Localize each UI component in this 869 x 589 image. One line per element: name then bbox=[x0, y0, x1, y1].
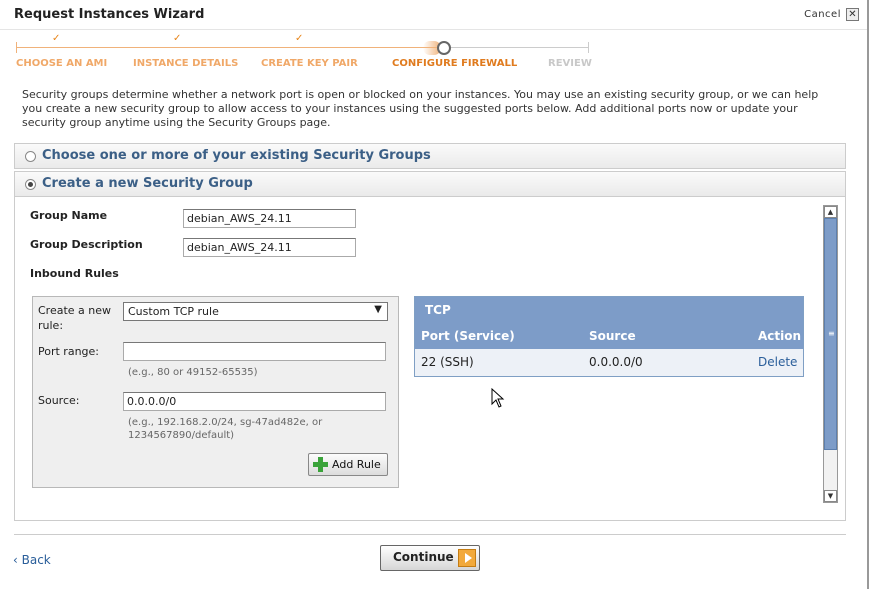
step-review: REVIEW bbox=[548, 58, 592, 69]
continue-label: Continue bbox=[393, 550, 454, 564]
row-port: 22 (SSH) bbox=[421, 355, 474, 369]
scroll-down-icon[interactable]: ▼ bbox=[824, 490, 837, 502]
group-description-label: Group Description bbox=[30, 238, 143, 251]
progress-track-remaining bbox=[444, 47, 588, 48]
port-range-hint: (e.g., 80 or 49152-65535) bbox=[128, 367, 258, 378]
source-input[interactable] bbox=[123, 392, 386, 411]
arrow-right-icon bbox=[458, 549, 476, 567]
step-choose-ami: CHOOSE AN AMI bbox=[16, 58, 108, 69]
current-step-marker bbox=[437, 41, 451, 55]
intro-text: Security groups determine whether a netw… bbox=[22, 88, 819, 129]
scroll-thumb[interactable]: ≡ bbox=[824, 218, 837, 450]
column-action: Action bbox=[758, 329, 802, 343]
check-icon: ✓ bbox=[295, 33, 304, 44]
group-name-input[interactable] bbox=[183, 209, 356, 228]
tcp-rules-table: TCP Port (Service) Source Action 22 (SSH… bbox=[414, 296, 804, 377]
new-group-label[interactable]: Create a new Security Group bbox=[42, 176, 253, 191]
cancel-link[interactable]: Cancel bbox=[804, 9, 841, 20]
group-name-label: Group Name bbox=[30, 209, 108, 222]
title-bar: Request Instances Wizard Cancel ✕ bbox=[0, 0, 869, 30]
continue-button[interactable]: Continue bbox=[380, 545, 480, 571]
port-range-label: Port range: bbox=[38, 345, 99, 358]
step-configure-firewall: CONFIGURE FIREWALL bbox=[392, 58, 518, 69]
add-rule-label: Add Rule bbox=[332, 458, 381, 471]
back-link[interactable]: ‹ Back bbox=[13, 553, 51, 567]
close-icon[interactable]: ✕ bbox=[846, 8, 859, 21]
wizard-title: Request Instances Wizard bbox=[14, 7, 205, 22]
source-label: Source: bbox=[38, 394, 80, 407]
inbound-rules-label: Inbound Rules bbox=[30, 267, 119, 280]
tcp-table-title: TCP bbox=[415, 297, 803, 323]
table-row: 22 (SSH) 0.0.0.0/0 Delete bbox=[415, 349, 803, 376]
delete-rule-link[interactable]: Delete bbox=[758, 355, 797, 369]
plus-icon bbox=[313, 457, 328, 472]
new-group-radio[interactable] bbox=[25, 179, 36, 190]
scroll-up-icon[interactable]: ▲ bbox=[824, 206, 837, 218]
create-rule-label: Create a new rule: bbox=[38, 304, 112, 332]
group-description-input[interactable] bbox=[183, 238, 356, 257]
step-instance-details: INSTANCE DETAILS bbox=[133, 58, 239, 69]
source-hint: (e.g., 192.168.2.0/24, sg-47ad482e, or 1… bbox=[128, 417, 323, 441]
row-source: 0.0.0.0/0 bbox=[589, 355, 643, 369]
existing-groups-radio[interactable] bbox=[25, 151, 36, 162]
existing-groups-label[interactable]: Choose one or more of your existing Secu… bbox=[42, 148, 431, 163]
vertical-scrollbar[interactable]: ▲ ≡ ▼ bbox=[823, 205, 838, 503]
column-port: Port (Service) bbox=[421, 329, 515, 343]
mouse-cursor-icon bbox=[491, 388, 505, 408]
footer-divider bbox=[14, 534, 846, 535]
port-range-input[interactable] bbox=[123, 342, 386, 361]
check-icon: ✓ bbox=[173, 33, 182, 44]
grip-icon: ≡ bbox=[828, 329, 835, 338]
existing-groups-panel[interactable]: Choose one or more of your existing Secu… bbox=[14, 143, 846, 169]
check-icon: ✓ bbox=[52, 33, 61, 44]
column-source: Source bbox=[589, 329, 636, 343]
progress-end-tick bbox=[588, 42, 589, 53]
add-rule-button[interactable]: Add Rule bbox=[308, 453, 388, 476]
dropdown-arrow-icon: ▼ bbox=[374, 304, 382, 315]
tcp-table-header: Port (Service) Source Action bbox=[415, 323, 803, 349]
rule-type-value: Custom TCP rule bbox=[128, 305, 219, 318]
step-create-key-pair: CREATE KEY PAIR bbox=[261, 58, 358, 69]
new-group-panel[interactable]: Create a new Security Group bbox=[14, 171, 846, 197]
rule-type-select[interactable]: Custom TCP rule ▼ bbox=[123, 302, 388, 321]
